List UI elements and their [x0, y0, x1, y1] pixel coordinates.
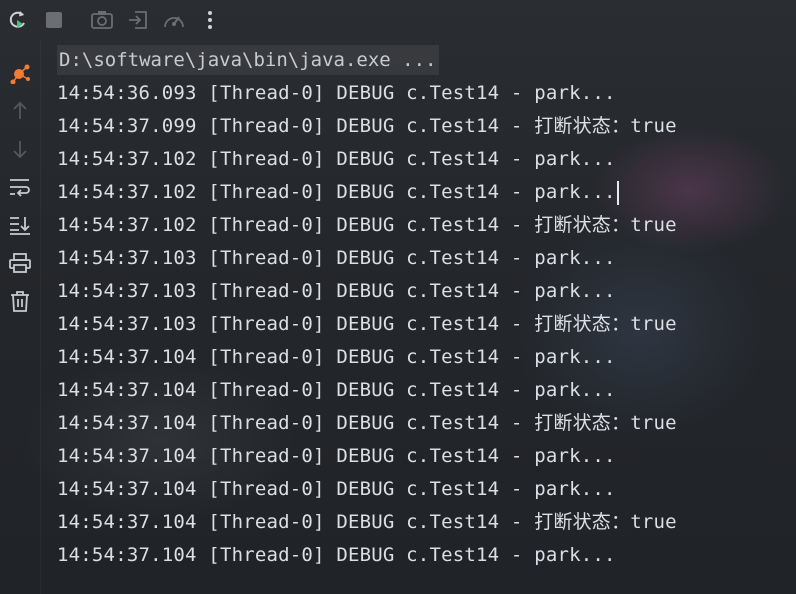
gauge-icon: [164, 16, 184, 28]
run-toolbar: [0, 0, 796, 40]
log-line: 14:54:37.099 [Thread-0] DEBUG c.Test14 -…: [57, 115, 677, 137]
stop-button[interactable]: [36, 2, 72, 38]
scroll-to-end-icon: [10, 217, 30, 235]
log-line: 14:54:37.104 [Thread-0] DEBUG c.Test14 -…: [57, 445, 616, 467]
debug-graph-button[interactable]: [4, 57, 36, 89]
log-line: 14:54:37.103 [Thread-0] DEBUG c.Test14 -…: [57, 280, 616, 302]
log-line: 14:54:36.093 [Thread-0] DEBUG c.Test14 -…: [57, 82, 616, 104]
camera-icon: [91, 11, 113, 29]
previous-occurrence-button[interactable]: [4, 95, 36, 127]
console-output[interactable]: D:\software\java\bin\java.exe ... 14:54:…: [57, 44, 787, 584]
log-line: 14:54:37.104 [Thread-0] DEBUG c.Test14 -…: [57, 379, 616, 401]
soft-wrap-icon: [10, 179, 30, 197]
stop-icon: [46, 12, 62, 28]
sidebar-divider: [40, 40, 41, 594]
log-line: 14:54:37.103 [Thread-0] DEBUG c.Test14 -…: [57, 247, 616, 269]
profiler-button[interactable]: [156, 2, 192, 38]
exit-icon: [129, 11, 147, 29]
print-icon: [9, 253, 31, 273]
log-line: 14:54:37.104 [Thread-0] DEBUG c.Test14 -…: [57, 412, 677, 434]
screenshot-button[interactable]: [84, 2, 120, 38]
exit-button[interactable]: [120, 2, 156, 38]
clear-all-button[interactable]: [4, 285, 36, 317]
log-line: 14:54:37.104 [Thread-0] DEBUG c.Test14 -…: [57, 511, 677, 533]
arrow-down-icon: [13, 141, 27, 159]
print-button[interactable]: [4, 247, 36, 279]
java-command[interactable]: D:\software\java\bin\java.exe ...: [57, 45, 439, 75]
command-line: D:\software\java\bin\java.exe ...: [57, 44, 787, 77]
log-line: 14:54:37.104 [Thread-0] DEBUG c.Test14 -…: [57, 346, 616, 368]
next-occurrence-button[interactable]: [4, 133, 36, 165]
rerun-button[interactable]: [0, 2, 36, 38]
log-line: 14:54:37.104 [Thread-0] DEBUG c.Test14 -…: [57, 544, 616, 566]
more-button[interactable]: [192, 2, 228, 38]
soft-wrap-button[interactable]: [4, 171, 36, 203]
rerun-icon: [9, 11, 25, 28]
more-vertical-icon: [208, 11, 212, 29]
log-line: 14:54:37.103 [Thread-0] DEBUG c.Test14 -…: [57, 313, 677, 335]
debug-graph-icon: [10, 64, 30, 84]
log-line-text: 14:54:37.102 [Thread-0] DEBUG c.Test14 -…: [57, 181, 616, 203]
text-caret: [616, 180, 619, 205]
log-line: 14:54:37.102 [Thread-0] DEBUG c.Test14 -…: [57, 148, 616, 170]
trash-icon: [11, 291, 29, 312]
arrow-up-icon: [13, 101, 27, 119]
log-line: 14:54:37.104 [Thread-0] DEBUG c.Test14 -…: [57, 478, 616, 500]
log-line-with-caret: 14:54:37.102 [Thread-0] DEBUG c.Test14 -…: [57, 176, 787, 209]
scroll-to-end-button[interactable]: [4, 209, 36, 241]
log-line: 14:54:37.102 [Thread-0] DEBUG c.Test14 -…: [57, 214, 677, 236]
console-sidebar: [0, 40, 40, 594]
